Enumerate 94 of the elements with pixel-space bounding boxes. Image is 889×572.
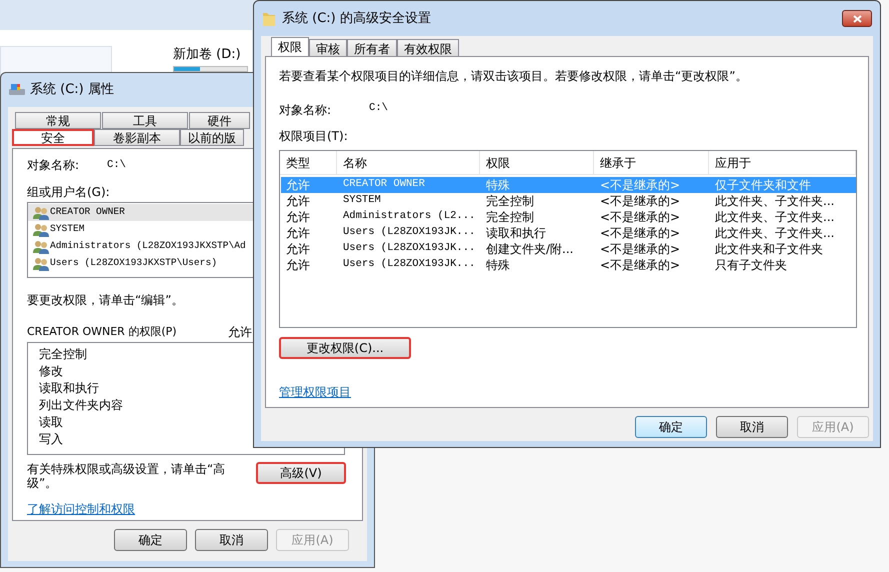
- dialog-button[interactable]: 确定: [114, 529, 187, 551]
- dialog-button[interactable]: 取消: [195, 529, 268, 551]
- users-icon: [33, 222, 49, 236]
- table-cell-text: 此文件夹、子文件夹...: [714, 225, 836, 242]
- users-icon: [33, 206, 49, 220]
- instructions-text: 若要查看某个权限项目的详细信息，请双击该项目。若要修改权限，请单击“更改权限”。: [279, 68, 748, 85]
- group-list-item[interactable]: Users (L28ZOX193JKXSTP\Users): [28, 255, 256, 272]
- table-cell-text: 此文件夹、子文件夹...: [714, 209, 836, 226]
- column-header[interactable]: 继承于: [594, 151, 709, 174]
- permission-name: 读取和执行: [39, 380, 99, 397]
- dialog-button[interactable]: 高级(V): [256, 462, 346, 484]
- permission-entry-row[interactable]: 允许 SYSTEM 完全控制 <不是继承的> 此文件夹、子文件夹...: [281, 193, 856, 209]
- edit-hint: 要更改权限，请单击“编辑”。: [27, 293, 184, 307]
- folder-icon: [262, 10, 276, 26]
- permission-name: 修改: [39, 363, 63, 380]
- column-header[interactable]: 类型: [280, 151, 337, 174]
- tab[interactable]: 权限: [271, 37, 309, 56]
- table-cell-text: 创建文件夹/附...: [485, 241, 574, 258]
- group-list-item[interactable]: SYSTEM: [28, 221, 256, 238]
- tab[interactable]: 审核: [309, 39, 347, 56]
- close-icon: [852, 14, 862, 22]
- close-button[interactable]: [842, 10, 872, 27]
- groups-label: 组或用户名(G):: [27, 185, 110, 199]
- entries-label: 权限项目(T):: [279, 128, 349, 145]
- column-header[interactable]: 权限: [480, 151, 594, 174]
- table-cell-text: 完全控制: [485, 193, 535, 210]
- tab[interactable]: 工具: [102, 112, 188, 129]
- tab[interactable]: 安全: [12, 129, 94, 146]
- dialog-button[interactable]: 更改权限(C)...: [279, 337, 411, 359]
- tab[interactable]: 以前的版: [180, 129, 244, 146]
- advanced-hint: 有关特殊权限或高级设置，请单击“高级”。: [27, 462, 226, 490]
- table-cell-text: <不是继承的>: [599, 225, 682, 242]
- table-cell-text: SYSTEM: [342, 193, 382, 208]
- permission-name: 读取: [39, 414, 63, 431]
- permission-name: 列出文件夹内容: [39, 397, 123, 414]
- window-title: 系统 (C:) 属性: [30, 81, 114, 100]
- table-cell-text: 允许: [285, 209, 311, 226]
- table-cell-text: 允许: [285, 241, 311, 258]
- permission-name: 完全控制: [39, 346, 87, 363]
- table-cell-text: 特殊: [485, 177, 511, 194]
- table-cell-text: 此文件夹和子文件夹: [714, 241, 824, 258]
- tab[interactable]: 硬件: [189, 112, 250, 129]
- help-link[interactable]: 了解访问控制和权限: [27, 502, 135, 516]
- table-cell-text: Users (L28ZOX193JK...: [342, 225, 476, 240]
- allow-header: 允许: [228, 325, 252, 339]
- table-cell-text: <不是继承的>: [599, 241, 682, 258]
- table-cell-text: 完全控制: [485, 209, 535, 226]
- table-cell-text: 允许: [285, 177, 311, 194]
- dialog-button[interactable]: 取消: [716, 416, 788, 438]
- permissions-label: CREATOR OWNER 的权限(P): [27, 325, 177, 339]
- table-cell-text: <不是继承的>: [599, 193, 682, 210]
- tab[interactable]: 所有者: [347, 39, 397, 56]
- tab[interactable]: 常规: [15, 112, 101, 129]
- permission-entry-row[interactable]: 允许 Users (L28ZOX193JK... 特殊 <不是继承的> 只有子文件夹: [281, 257, 856, 273]
- table-cell-text: 允许: [285, 257, 311, 274]
- table-cell-text: Administrators (L2...: [342, 209, 476, 224]
- tab[interactable]: 卷影副本: [94, 129, 180, 146]
- group-name: CREATOR OWNER: [50, 205, 125, 220]
- object-value: C:\: [369, 101, 388, 116]
- table-cell-text: 允许: [285, 225, 311, 242]
- object-label: 对象名称:: [27, 158, 80, 172]
- permission-entry-row[interactable]: 允许 Administrators (L2... 完全控制 <不是继承的> 此文件夹、子文件夹...: [281, 209, 856, 225]
- column-header[interactable]: 名称: [337, 151, 480, 174]
- permission-entry-row[interactable]: 允许 Users (L28ZOX193JK... 读取和执行 <不是继承的> 此文件夹、子文件夹...: [281, 225, 856, 241]
- table-cell-text: 只有子文件夹: [714, 257, 788, 274]
- table-cell-text: <不是继承的>: [599, 257, 682, 274]
- table-cell-text: 此文件夹、子文件夹...: [714, 193, 836, 210]
- manage-entries-link[interactable]: 管理权限项目: [279, 383, 351, 401]
- group-name: Users (L28ZOX193JKXSTP\Users): [50, 256, 217, 270]
- drive-label: 新加卷 (D:): [173, 46, 241, 64]
- table-cell-text: <不是继承的>: [599, 177, 682, 194]
- group-list-item[interactable]: CREATOR OWNER: [28, 204, 256, 221]
- group-list-item[interactable]: Administrators (L28ZOX193JKXSTP\Ad: [28, 238, 256, 255]
- group-name: Administrators (L28ZOX193JKXSTP\Ad: [50, 239, 246, 254]
- object-label: 对象名称:: [279, 102, 332, 119]
- tab[interactable]: 有效权限: [397, 39, 459, 56]
- table-cell-text: 读取和执行: [485, 225, 547, 242]
- table-cell-text: <不是继承的>: [599, 209, 682, 226]
- column-header[interactable]: 应用于: [709, 151, 856, 174]
- dialog-button[interactable]: 确定: [635, 416, 707, 438]
- users-icon: [33, 240, 49, 254]
- table-cell-text: Users (L28ZOX193JK...: [342, 241, 476, 256]
- table-cell-text: Users (L28ZOX193JK...: [342, 257, 476, 272]
- permission-name: 写入: [39, 431, 63, 448]
- permission-entry-row[interactable]: 允许 Users (L28ZOX193JK... 创建文件夹/附... <不是继承的> 此文件夹和子文件夹: [281, 241, 856, 257]
- table-cell-text: 特殊: [485, 257, 511, 274]
- table-cell-text: 允许: [285, 193, 311, 210]
- group-name: SYSTEM: [50, 222, 85, 236]
- window-title: 系统 (C:) 的高级安全设置: [282, 10, 432, 28]
- drive-icon: [8, 83, 26, 97]
- table-cell-text: CREATOR OWNER: [342, 177, 426, 192]
- table-cell-text: 仅子文件夹和文件: [714, 177, 812, 194]
- users-icon: [33, 256, 49, 270]
- object-value: C:\: [107, 158, 126, 172]
